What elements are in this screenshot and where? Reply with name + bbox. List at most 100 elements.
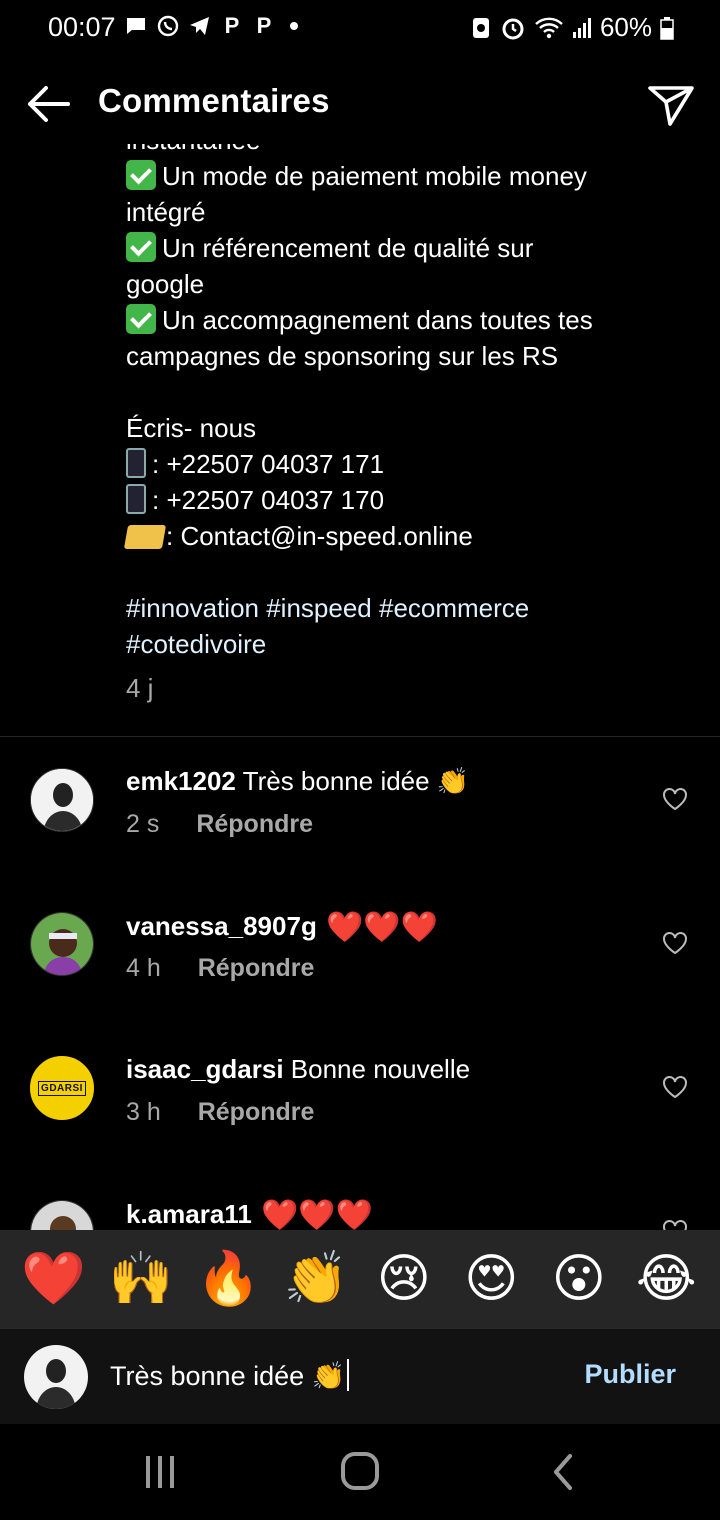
reply-button[interactable]: Répondre: [198, 954, 315, 982]
envelope-icon: [123, 525, 167, 549]
comment-item: vanessa_8907g ❤️❤️❤️ 4 h Répondre: [0, 904, 720, 1024]
p-app-icon: P: [224, 13, 240, 38]
hashtags[interactable]: #innovation #inspeed #ecommerce: [126, 590, 686, 626]
comment-text: emk1202 Très bonne idée 👏: [126, 766, 469, 797]
comments-list[interactable]: instantanée Un mode de paiement mobile m…: [0, 144, 720, 1230]
avatar[interactable]: [30, 768, 94, 832]
heart-outline-icon[interactable]: [662, 786, 688, 812]
page-title: Commentaires: [98, 82, 330, 119]
caption-bullet-cont: intégré: [126, 197, 206, 227]
comment-body: Très bonne idée 👏: [242, 766, 470, 796]
emoji-laughing-button[interactable]: 😂: [631, 1249, 701, 1309]
home-icon[interactable]: [336, 1452, 384, 1492]
back-nav-icon[interactable]: [540, 1452, 588, 1492]
status-bar: 00:07 P P 60%: [0, 0, 720, 56]
p-app-icon: P: [256, 13, 272, 38]
reply-button[interactable]: Répondre: [198, 1098, 315, 1126]
phone-number: : +22507 04037 170: [152, 485, 385, 515]
check-mark-icon: [126, 232, 156, 262]
alarm-icon: [502, 18, 524, 39]
caption-bullet-text: Un accompagnement dans toutes tes: [162, 305, 593, 335]
check-mark-icon: [126, 160, 156, 190]
email-address: : Contact@in-speed.online: [166, 521, 473, 551]
comment-text: k.amara11 ❤️❤️❤️: [126, 1198, 373, 1230]
avatar[interactable]: [30, 1200, 94, 1230]
comment-input[interactable]: Très bonne idée 👏: [110, 1359, 350, 1392]
phone-number: : +22507 04037 171: [152, 449, 385, 479]
emoji-fire-button[interactable]: 🔥: [194, 1249, 264, 1309]
heart-outline-icon[interactable]: [662, 930, 688, 956]
text-cursor: [347, 1359, 350, 1391]
comment-text: isaac_gdarsi Bonne nouvelle: [126, 1054, 470, 1085]
profile-photo: [31, 769, 93, 831]
notification-icons: P P: [124, 14, 298, 38]
comment-username[interactable]: vanessa_8907g: [126, 911, 317, 941]
email-line: : Contact@in-speed.online: [123, 518, 686, 554]
mobile-phone-icon: [126, 448, 146, 478]
avatar[interactable]: [30, 912, 94, 976]
check-mark-icon: [126, 304, 156, 334]
more-notifications-icon: [290, 22, 298, 30]
emoji-heart-button[interactable]: ❤️: [19, 1249, 89, 1309]
telegram-icon: [190, 17, 209, 35]
emoji-heart-eyes-button[interactable]: 😍: [456, 1249, 526, 1309]
system-icons: 60%: [470, 12, 674, 43]
arrow-left-icon: [28, 86, 70, 122]
comment-time: 3 h: [126, 1098, 161, 1126]
emoji-quick-bar: ❤️ 🙌 🔥 👏 😢 😍 😮 😂: [0, 1230, 720, 1328]
comment-meta: 4 h Répondre: [126, 954, 314, 983]
comment-username[interactable]: k.amara11: [126, 1199, 252, 1229]
caption-bullet-cont: google: [126, 269, 205, 299]
divider: [0, 736, 720, 737]
caption-bullet: Un mode de paiement mobile money: [126, 158, 686, 194]
share-button[interactable]: [646, 80, 696, 130]
comment-time: 2 s: [126, 810, 160, 838]
recent-apps-icon[interactable]: [136, 1452, 184, 1492]
avatar: [24, 1345, 88, 1409]
emoji-crying-button[interactable]: 😢: [369, 1249, 439, 1309]
heart-outline-icon[interactable]: [662, 1074, 688, 1100]
phone-line: : +22507 04037 170: [126, 482, 686, 518]
comment-username[interactable]: isaac_gdarsi: [126, 1054, 284, 1084]
comment-time: 4 h: [126, 954, 161, 982]
wifi-icon: [535, 17, 563, 38]
comment-composer: Très bonne idée 👏 Publier: [0, 1328, 720, 1424]
battery-percent: 60%: [599, 12, 652, 42]
post-time: 4 j: [126, 673, 154, 703]
profile-photo: [24, 1345, 88, 1409]
comment-item: GDARSI isaac_gdarsi Bonne nouvelle 3 h R…: [0, 1048, 720, 1168]
emoji-raised-hands-button[interactable]: 🙌: [106, 1249, 176, 1309]
status-time: 00:07: [48, 12, 116, 42]
phone-line: : +22507 04037 171: [126, 446, 686, 482]
caption-partial-line: instantanée: [126, 144, 686, 158]
publish-button[interactable]: Publier: [584, 1359, 676, 1390]
comment-meta: 3 h Répondre: [126, 1098, 314, 1127]
caption-bullet-text: Un mode de paiement mobile money: [162, 161, 587, 191]
reply-button[interactable]: Répondre: [196, 810, 313, 838]
emoji-surprised-button[interactable]: 😮: [544, 1249, 614, 1309]
comment-username[interactable]: emk1202: [126, 766, 236, 796]
post-caption: instantanée Un mode de paiement mobile m…: [123, 144, 686, 706]
message-icon: [127, 18, 145, 34]
avatar[interactable]: GDARSI: [30, 1056, 94, 1120]
profile-photo: [31, 913, 93, 975]
mobile-phone-icon: [126, 484, 146, 514]
comment-item: k.amara11 ❤️❤️❤️: [0, 1192, 720, 1230]
comment-meta: 2 s Répondre: [126, 810, 313, 839]
hashtags[interactable]: #cotedivoire: [126, 626, 686, 662]
send-icon: [648, 86, 694, 126]
caption-bullet-text: Un référencement de qualité sur: [162, 233, 534, 263]
comment-body: ❤️❤️❤️: [261, 1199, 374, 1230]
back-button[interactable]: [22, 78, 74, 130]
caption-bullet: Un référencement de qualité sur: [126, 230, 686, 266]
profile-photo: [31, 1201, 93, 1230]
avatar-logo-text: GDARSI: [38, 1080, 86, 1096]
comment-body: ❤️❤️❤️: [326, 911, 439, 944]
heart-outline-icon[interactable]: [662, 1218, 688, 1230]
battery-icon: [660, 16, 674, 40]
caption-bullet-cont: campagnes de sponsoring sur les RS: [126, 341, 559, 371]
whatsapp-icon: [157, 15, 179, 37]
caption-bullet: Un accompagnement dans toutes tes: [126, 302, 686, 338]
emoji-clap-button[interactable]: 👏: [281, 1249, 351, 1309]
data-saver-icon: [472, 17, 489, 38]
